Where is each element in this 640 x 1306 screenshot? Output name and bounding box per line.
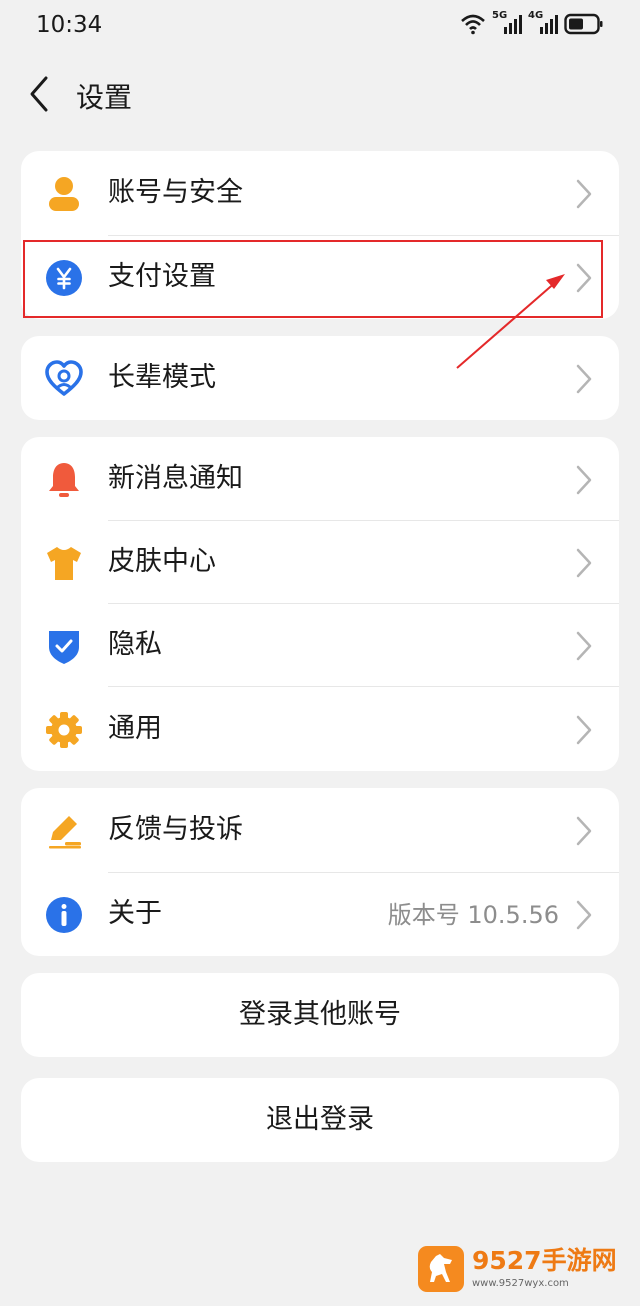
settings-item-notifications[interactable]: 新消息通知 xyxy=(21,437,619,521)
signal-4g-icon: 4G xyxy=(528,10,558,36)
settings-item-label: 隐私 xyxy=(108,629,162,660)
info-icon xyxy=(46,897,82,933)
settings-item-account-security[interactable]: 账号与安全 xyxy=(21,151,619,235)
settings-item-privacy[interactable]: 隐私 xyxy=(21,603,619,687)
version-text: 版本号 10.5.56 xyxy=(387,901,559,929)
battery-icon xyxy=(564,13,603,35)
heart-icon xyxy=(45,360,83,396)
settings-group-general: 新消息通知 皮肤中心 隐私 通用 xyxy=(21,437,619,771)
settings-item-elder-mode[interactable]: 长辈模式 xyxy=(21,336,619,420)
logout-button[interactable]: 退出登录 xyxy=(21,1078,619,1162)
back-icon[interactable] xyxy=(24,74,58,114)
chevron-right-icon xyxy=(576,179,592,209)
wifi-icon xyxy=(461,14,485,35)
gear-icon xyxy=(46,712,82,748)
watermark: 9527手游网 www.9527wyx.com xyxy=(418,1246,630,1296)
settings-item-about[interactable]: 关于 版本号 10.5.56 xyxy=(21,872,619,956)
settings-item-label: 反馈与投诉 xyxy=(108,814,243,845)
edit-icon xyxy=(49,816,81,849)
settings-item-skins[interactable]: 皮肤中心 xyxy=(21,520,619,604)
status-bar: 10:34 5G 4G xyxy=(0,0,640,52)
settings-item-label: 皮肤中心 xyxy=(108,546,216,577)
chevron-right-icon xyxy=(576,715,592,745)
switch-account-button[interactable]: 登录其他账号 xyxy=(21,973,619,1057)
chevron-right-icon xyxy=(576,364,592,394)
chevron-right-icon xyxy=(576,548,592,578)
settings-item-label: 账号与安全 xyxy=(108,177,243,208)
tshirt-icon xyxy=(47,547,81,580)
settings-group-support: 反馈与投诉 关于 版本号 10.5.56 xyxy=(21,788,619,956)
settings-group-elder: 长辈模式 xyxy=(21,336,619,420)
watermark-url: www.9527wyx.com xyxy=(472,1278,569,1289)
status-time: 10:34 xyxy=(36,12,103,38)
settings-item-label: 新消息通知 xyxy=(108,463,243,494)
chevron-right-icon xyxy=(576,631,592,661)
nav-header: 设置 xyxy=(0,60,640,130)
horse-logo-icon xyxy=(418,1246,464,1292)
signal-5g-icon: 5G xyxy=(492,10,522,36)
bell-icon xyxy=(49,463,79,497)
highlight-box xyxy=(23,240,603,318)
user-icon xyxy=(49,177,79,211)
settings-item-label: 通用 xyxy=(108,713,162,744)
chevron-right-icon xyxy=(576,816,592,846)
switch-account-label: 登录其他账号 xyxy=(239,999,401,1030)
status-icons: 5G 4G xyxy=(460,10,604,36)
chevron-right-icon xyxy=(576,900,592,930)
settings-item-feedback[interactable]: 反馈与投诉 xyxy=(21,788,619,872)
page-title: 设置 xyxy=(76,81,133,114)
shield-icon xyxy=(49,631,79,664)
logout-label: 退出登录 xyxy=(266,1104,374,1135)
settings-item-general[interactable]: 通用 xyxy=(21,687,619,771)
watermark-brand: 9527手游网 xyxy=(472,1246,617,1275)
chevron-right-icon xyxy=(576,465,592,495)
settings-item-label: 关于 xyxy=(108,898,162,929)
settings-item-label: 长辈模式 xyxy=(108,362,216,393)
